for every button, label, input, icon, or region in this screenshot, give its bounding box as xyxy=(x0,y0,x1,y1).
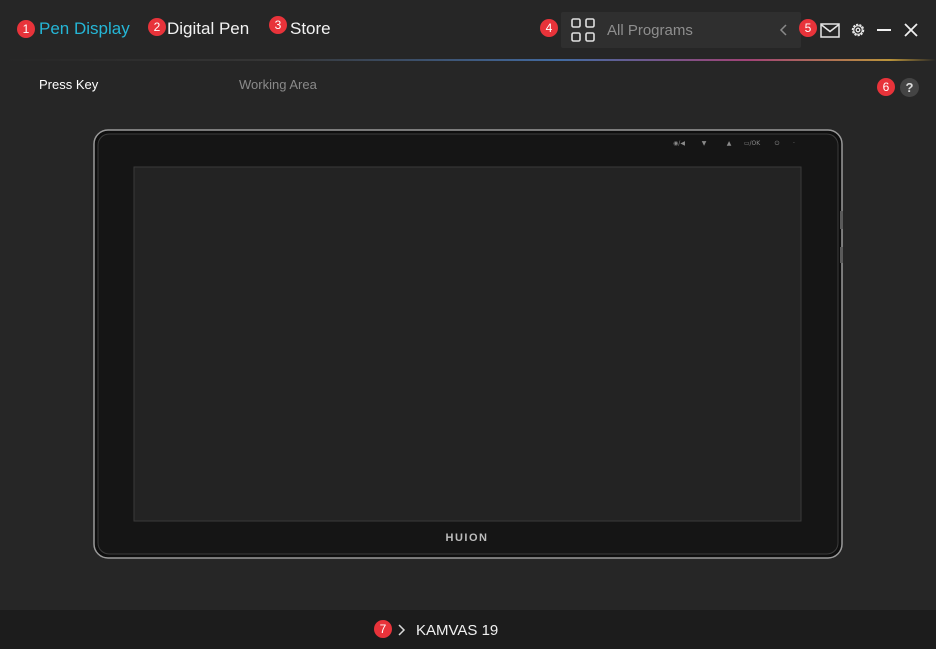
annotation-badge-5: 5 xyxy=(799,19,817,37)
close-icon[interactable] xyxy=(903,22,919,38)
device-button-label: ▭/OK xyxy=(744,140,761,147)
annotation-badge-6: 6 xyxy=(877,78,895,96)
header-divider xyxy=(0,59,936,61)
device-brand-logo: HUION xyxy=(446,532,489,544)
program-selector-label: All Programs xyxy=(607,22,693,39)
side-button xyxy=(840,247,843,263)
pen-display-illustration: ◉/◀ ▼ ▲ ▭/OK ⏻ · HUION xyxy=(93,129,843,559)
program-selector[interactable]: All Programs xyxy=(561,12,801,48)
help-button[interactable]: ? xyxy=(900,78,919,97)
tab-store[interactable]: Store xyxy=(290,19,331,39)
annotation-badge-4: 4 xyxy=(540,19,558,37)
annotation-badge-7: 7 xyxy=(374,620,392,638)
annotation-badge-3: 3 xyxy=(269,16,287,34)
chevron-left-icon[interactable] xyxy=(779,23,789,37)
mail-icon[interactable] xyxy=(820,23,840,38)
subtab-press-key[interactable]: Press Key xyxy=(39,77,98,92)
tab-digital-pen[interactable]: Digital Pen xyxy=(167,19,249,39)
device-button-label: ▲ xyxy=(727,140,732,147)
apps-grid-icon xyxy=(571,18,595,42)
device-button-label: ▼ xyxy=(702,140,707,147)
device-name[interactable]: KAMVAS 19 xyxy=(416,622,498,639)
subtab-working-area[interactable]: Working Area xyxy=(239,77,317,92)
minimize-icon[interactable] xyxy=(876,22,892,38)
top-bar: 1 Pen Display 2 Digital Pen 3 Store 4 Al… xyxy=(0,0,936,61)
device-button-label: ⏻ xyxy=(775,140,780,147)
side-button xyxy=(840,211,843,229)
gear-icon[interactable] xyxy=(849,21,867,39)
device-button-label: ◉/◀ xyxy=(673,140,685,147)
tab-pen-display[interactable]: Pen Display xyxy=(39,19,130,39)
device-screen xyxy=(133,166,802,522)
chevron-right-icon[interactable] xyxy=(397,623,406,637)
footer-bar: 7 KAMVAS 19 xyxy=(0,610,936,649)
device-button-label: · xyxy=(793,140,795,147)
annotation-badge-2: 2 xyxy=(148,18,166,36)
annotation-badge-1: 1 xyxy=(17,20,35,38)
